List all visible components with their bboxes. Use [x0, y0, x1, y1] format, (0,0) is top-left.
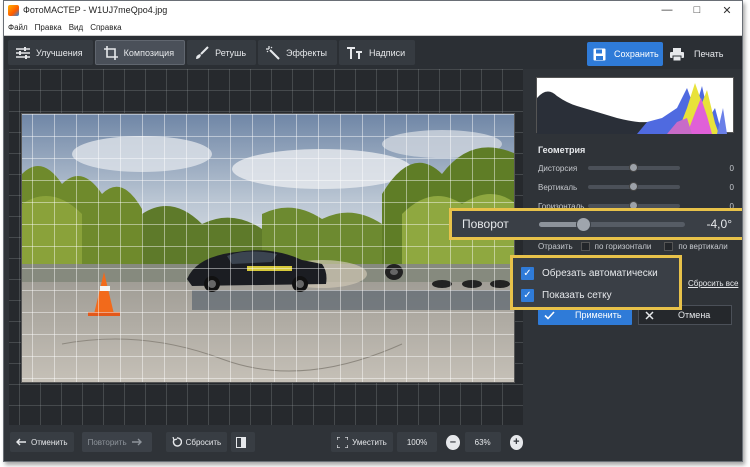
close-icon [645, 310, 654, 320]
vertical-label: Вертикаль [538, 182, 578, 192]
distortion-value: 0 [729, 163, 734, 173]
menu-view[interactable]: Вид [69, 23, 83, 32]
vertical-slider-row: Вертикаль 0 [538, 180, 734, 194]
app-window: ФотоМАСТЕР - W1UJ7meQpo4.jpg — □ ✕ Файл … [3, 0, 743, 462]
tab-effects-label: Эффекты [286, 47, 327, 58]
vertical-slider[interactable] [588, 182, 680, 191]
rotation-value: -4,0° [706, 217, 732, 231]
apply-label: Применить [575, 310, 622, 320]
zoom-value-label: 63% [474, 437, 491, 447]
flip-vertical-label: по вертикали [678, 242, 728, 251]
fit-button[interactable]: Уместить [331, 432, 393, 452]
vertical-value: 0 [729, 182, 734, 192]
tab-text-label: Надписи [368, 47, 406, 58]
histogram [536, 77, 734, 134]
fit-screen-icon [337, 436, 349, 448]
printer-icon [670, 47, 684, 61]
distortion-slider[interactable] [588, 163, 680, 172]
rotation-callout: Поворот -4,0° [449, 208, 742, 240]
vertical-slider-knob[interactable] [629, 182, 638, 191]
tab-enhancements-label: Улучшения [36, 47, 83, 58]
window-title: ФотоМАСТЕР - W1UJ7meQpo4.jpg [23, 5, 168, 15]
print-label: Печать [694, 49, 724, 59]
cancel-label: Отмена [678, 310, 711, 320]
show-grid-label: Показать сетку [542, 289, 612, 301]
compare-icon [236, 436, 247, 448]
compare-button[interactable] [231, 432, 256, 452]
image-canvas[interactable] [9, 69, 523, 425]
redo-button[interactable]: Повторить [81, 432, 152, 452]
composition-grid-overlay [22, 114, 514, 382]
tab-composition-label: Композиция [123, 47, 175, 58]
show-grid-option[interactable]: ✓ Показать сетку [521, 284, 671, 306]
tab-composition[interactable]: Композиция [94, 40, 186, 65]
zoom-in-button[interactable]: + [509, 434, 523, 450]
close-button[interactable]: ✕ [712, 1, 742, 19]
text-icon [346, 46, 362, 59]
distortion-label: Дисторсия [538, 163, 578, 173]
tab-retouch-label: Ретушь [215, 47, 247, 58]
floppy-disk-icon [593, 48, 606, 60]
geometry-title: Геометрия [538, 145, 586, 155]
zoom-100-button[interactable]: 100% [396, 432, 438, 452]
reset-rotate-icon [172, 437, 182, 447]
undo-button[interactable]: Отменить [10, 432, 74, 452]
distortion-slider-row: Дисторсия 0 [538, 161, 734, 175]
brush-icon [196, 45, 209, 59]
tab-enhancements[interactable]: Улучшения [8, 40, 93, 65]
undo-label: Отменить [31, 437, 68, 447]
print-button[interactable]: Печать [664, 42, 734, 66]
crop-icon [103, 45, 118, 60]
rotation-slider[interactable] [538, 216, 685, 232]
tab-retouch[interactable]: Ретушь [187, 40, 257, 65]
rotation-label: Поворот [462, 217, 509, 231]
reflect-label: Отразить [538, 242, 573, 251]
show-grid-checkbox[interactable]: ✓ [521, 288, 534, 302]
tab-effects[interactable]: Эффекты [258, 40, 337, 65]
fit-label: Уместить [352, 437, 387, 447]
undo-arrow-icon [16, 438, 26, 446]
auto-crop-checkbox[interactable]: ✓ [521, 266, 534, 280]
app-logo-icon [8, 4, 19, 16]
reflect-row: Отразить по горизонтали по вертикали [538, 242, 738, 251]
auto-crop-label: Обрезать автоматически [542, 267, 658, 279]
flip-horizontal-checkbox[interactable] [580, 242, 590, 251]
checkmark-icon [544, 310, 555, 320]
menu-file[interactable]: Файл [8, 23, 28, 32]
save-label: Сохранить [614, 49, 659, 59]
bottom-bar: Отменить Повторить Сбросить Уместить 100… [4, 429, 528, 455]
tab-text[interactable]: Надписи [338, 40, 416, 65]
toolbar: Улучшения Композиция Ретушь Эффекты Надп… [4, 36, 742, 69]
zoom-value: 63% [464, 432, 501, 452]
menu-edit[interactable]: Правка [35, 23, 62, 32]
crop-options-callout: ✓ Обрезать автоматически ✓ Показать сетк… [510, 255, 682, 310]
distortion-slider-knob[interactable] [629, 163, 638, 172]
zoom-out-button[interactable]: – [446, 434, 460, 450]
zoom-100-label: 100% [406, 437, 428, 447]
minimize-button[interactable]: — [652, 1, 682, 19]
rotation-slider-knob[interactable] [575, 216, 591, 232]
photo-preview[interactable] [21, 113, 515, 383]
title-bar: ФотоМАСТЕР - W1UJ7meQpo4.jpg — □ ✕ [4, 1, 742, 19]
reset-button[interactable]: Сбросить [165, 432, 228, 452]
menu-help[interactable]: Справка [90, 23, 121, 32]
flip-horizontal-label: по горизонтали [594, 242, 652, 251]
auto-crop-option[interactable]: ✓ Обрезать автоматически [521, 262, 671, 284]
magic-wand-icon [266, 45, 280, 60]
flip-vertical-checkbox[interactable] [664, 242, 674, 251]
redo-arrow-icon [131, 438, 142, 446]
redo-label: Повторить [87, 437, 127, 447]
maximize-button[interactable]: □ [682, 1, 712, 19]
save-button[interactable]: Сохранить [587, 42, 663, 66]
reset-label: Сбросить [185, 437, 222, 447]
histogram-chart [537, 83, 727, 134]
menu-bar: Файл Правка Вид Справка [4, 19, 742, 36]
reset-all-link[interactable]: Сбросить все [688, 279, 738, 288]
sliders-icon [16, 46, 30, 59]
